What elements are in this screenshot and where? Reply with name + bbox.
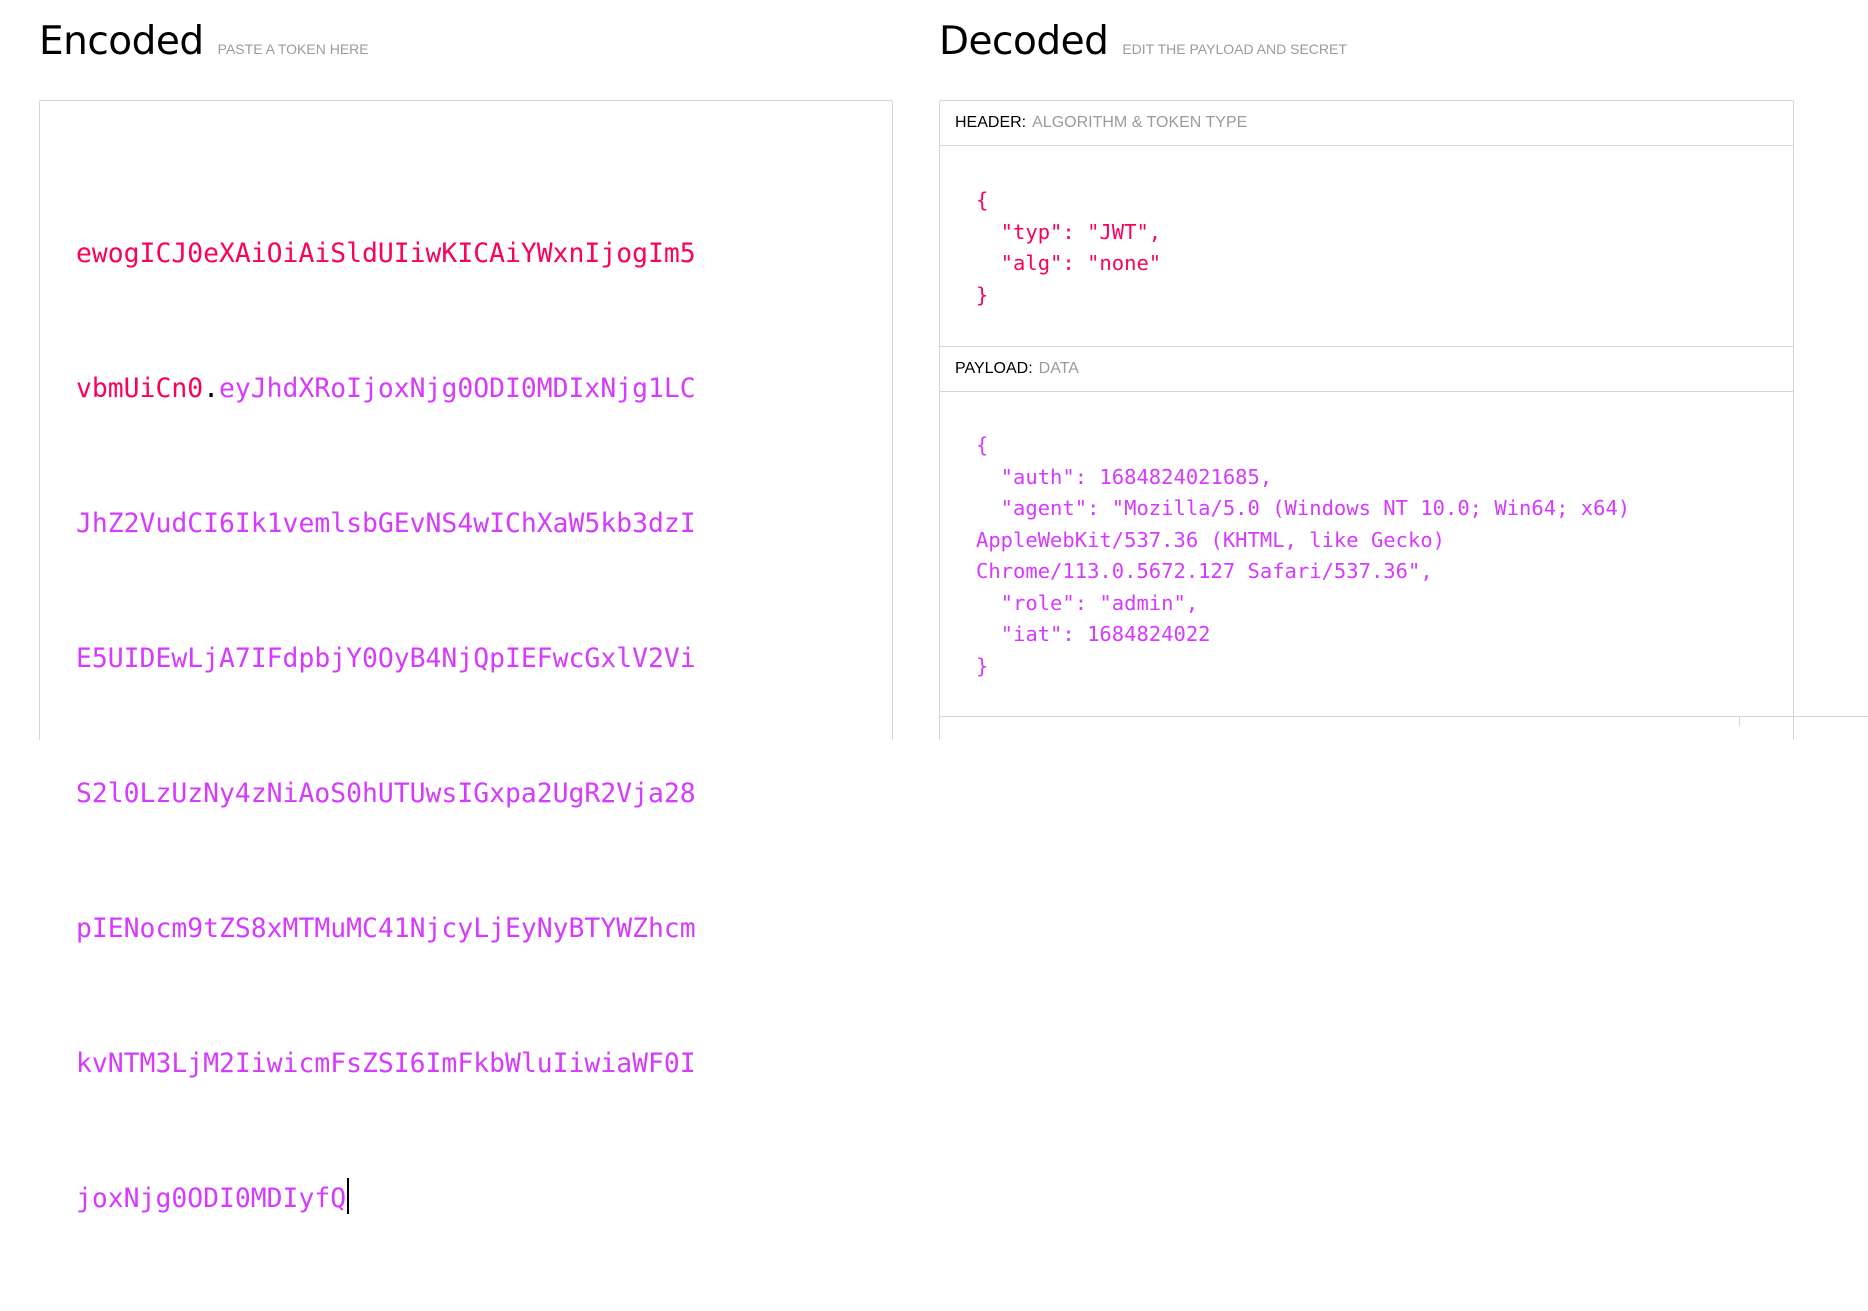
payload-label: PAYLOAD: bbox=[955, 360, 1033, 377]
header-label: HEADER: bbox=[955, 114, 1027, 131]
decoded-heading: Decoded EDIT THE PAYLOAD AND SECRET bbox=[939, 18, 1347, 66]
token-separator: . bbox=[203, 373, 219, 404]
section-divider bbox=[939, 716, 1794, 717]
header-section-heading: HEADER: ALGORITHM & TOKEN TYPE bbox=[940, 101, 1793, 146]
header-json-editor[interactable]: { "typ": "JWT", "alg": "none" } bbox=[976, 185, 1161, 311]
payload-json-editor[interactable]: { "auth": 1684824021685, "agent": "Mozil… bbox=[976, 430, 1630, 682]
encoded-subtitle: PASTE A TOKEN HERE bbox=[217, 41, 369, 57]
token-line: S2l0LzUzNy4zNiAoS0hUTUwsIGxpa2UgR2Vja28 bbox=[76, 771, 796, 816]
token-payload-part: eyJhdXRoIjoxNjg0ODI0MDIxNjg1LC bbox=[219, 373, 696, 404]
token-payload-part: JhZ2VudCI6Ik1vemlsbGEvNS4wIChXaW5kb3dzI bbox=[76, 508, 696, 539]
token-payload-part: E5UIDEwLjA7IFdpbjY0OyB4NjQpIEFwcGxlV2Vi bbox=[76, 643, 696, 674]
token-text[interactable]: ewogICJ0eXAiOiAiSldUIiwKICAiYWxnIjogIm5 … bbox=[76, 141, 796, 1311]
token-header-part: vbmUiCn0 bbox=[76, 373, 204, 404]
token-line: joxNjg0ODI0MDIyfQ bbox=[76, 1176, 796, 1221]
token-line: pIENocm9tZS8xMTMuMC41NjcyLjEyNyBTYWZhcm bbox=[76, 906, 796, 951]
encoded-token-editor[interactable]: ewogICJ0eXAiOiAiSldUIiwKICAiYWxnIjogIm5 … bbox=[39, 100, 893, 1214]
token-payload-part: S2l0LzUzNy4zNiAoS0hUTUwsIGxpa2UgR2Vja28 bbox=[76, 778, 696, 809]
token-line: vbmUiCn0.eyJhdXRoIjoxNjg0ODI0MDIxNjg1LC bbox=[76, 366, 796, 411]
token-line: E5UIDEwLjA7IFdpbjY0OyB4NjQpIEFwcGxlV2Vi bbox=[76, 636, 796, 681]
decoded-panel: HEADER: ALGORITHM & TOKEN TYPE { "typ": … bbox=[939, 100, 1794, 740]
decoded-subtitle: EDIT THE PAYLOAD AND SECRET bbox=[1122, 41, 1347, 57]
encoded-title: Encoded bbox=[39, 19, 204, 64]
payload-section-heading: PAYLOAD: DATA bbox=[940, 346, 1793, 392]
header-description: ALGORITHM & TOKEN TYPE bbox=[1032, 114, 1248, 131]
token-payload-part: kvNTM3LjM2IiwicmFsZSI6ImFkbWluIiwiaWF0I bbox=[76, 1048, 696, 1079]
panel-corner bbox=[1739, 716, 1868, 726]
token-payload-part: joxNjg0ODI0MDIyfQ bbox=[76, 1183, 347, 1214]
token-header-part: ewogICJ0eXAiOiAiSldUIiwKICAiYWxnIjogIm5 bbox=[76, 238, 696, 269]
token-line: kvNTM3LjM2IiwicmFsZSI6ImFkbWluIiwiaWF0I bbox=[76, 1041, 796, 1086]
token-line: JhZ2VudCI6Ik1vemlsbGEvNS4wIChXaW5kb3dzI bbox=[76, 501, 796, 546]
decoded-title: Decoded bbox=[939, 19, 1109, 64]
payload-description: DATA bbox=[1038, 360, 1079, 377]
text-caret bbox=[347, 1178, 350, 1214]
token-payload-part: pIENocm9tZS8xMTMuMC41NjcyLjEyNyBTYWZhcm bbox=[76, 913, 696, 944]
token-line: ewogICJ0eXAiOiAiSldUIiwKICAiYWxnIjogIm5 bbox=[76, 231, 796, 276]
encoded-heading: Encoded PASTE A TOKEN HERE bbox=[39, 18, 369, 66]
